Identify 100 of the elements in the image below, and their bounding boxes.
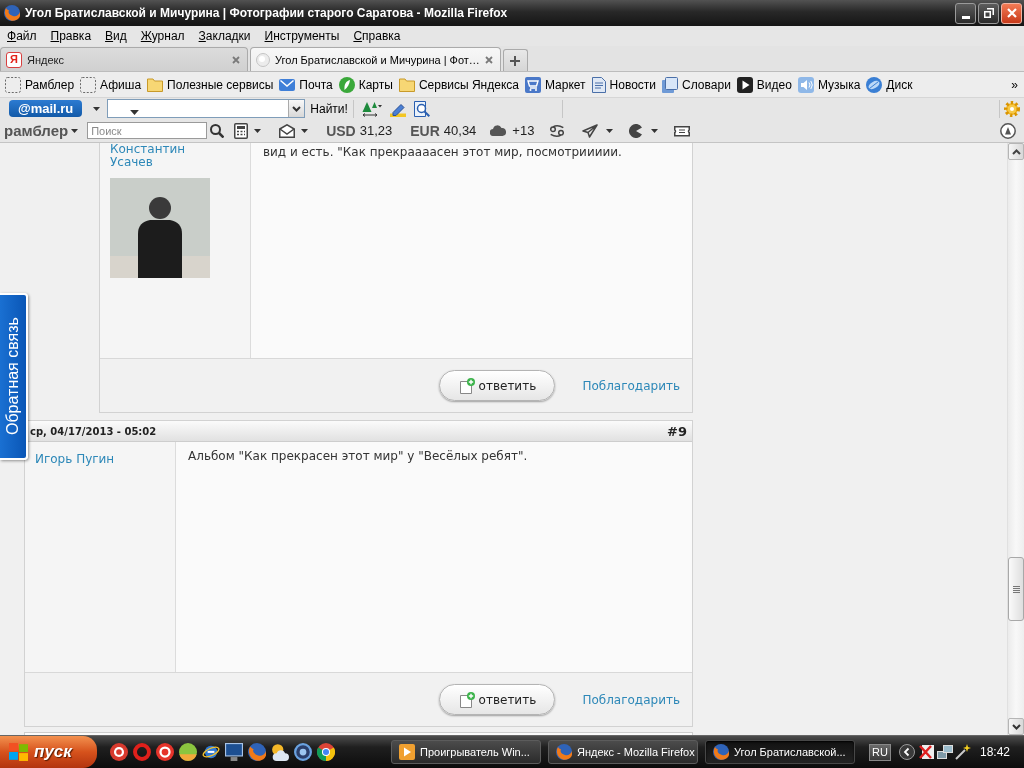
bookmark-item[interactable]: Новости	[591, 74, 657, 95]
minimize-icon	[961, 15, 970, 19]
caret-icon[interactable]	[254, 128, 262, 133]
grip-icon	[1012, 585, 1020, 593]
author-link[interactable]: Игорь Пугин	[35, 453, 115, 466]
taskbar-button[interactable]: Угол Братиславской...	[705, 740, 855, 764]
start-button[interactable]: пуск	[0, 736, 97, 768]
mail-logo[interactable]: @mail.ru	[9, 100, 83, 117]
bookmark-item[interactable]: Карты	[338, 74, 393, 95]
calculator-icon[interactable]	[234, 122, 249, 139]
bookmark-item[interactable]: Почта	[279, 74, 333, 95]
scroll-down-button[interactable]	[1008, 718, 1024, 735]
bookmark-item[interactable]: Музыка	[797, 74, 861, 95]
restore-icon	[983, 8, 994, 18]
zodiac-icon[interactable]	[550, 124, 565, 137]
target-icon[interactable]	[110, 743, 128, 761]
play-icon	[736, 76, 753, 93]
dropdown-button[interactable]	[288, 100, 305, 117]
restore-button[interactable]	[978, 2, 999, 24]
page-circle-icon	[256, 52, 270, 67]
envelope-icon[interactable]	[279, 123, 296, 138]
search-field[interactable]: Поиск	[87, 122, 208, 139]
window-title: Угол Братиславской и Мичурина | Фотографии старого Саратова - Mozilla Firefox	[25, 6, 509, 20]
folder-icon	[147, 77, 164, 92]
temperature: +13	[512, 123, 535, 138]
bookmark-item[interactable]: Диск	[866, 74, 913, 95]
bookmark-item[interactable]: Афиша	[80, 74, 142, 95]
caret-icon[interactable]	[651, 128, 659, 133]
cart-icon	[524, 76, 541, 93]
flag-icon	[9, 743, 28, 761]
fox-globe-icon	[556, 744, 572, 760]
bookmark-item[interactable]: Рамблер	[5, 74, 75, 95]
lens-icon[interactable]	[294, 743, 312, 761]
browser-tab[interactable]: Я Яндекс	[0, 47, 248, 71]
expand-tray-icon[interactable]	[898, 744, 915, 760]
paper-plane-icon[interactable]	[582, 123, 599, 138]
disc-icon	[866, 76, 883, 93]
caret-icon[interactable]	[606, 128, 614, 133]
globe-orbit-icon[interactable]	[202, 743, 220, 761]
cloud-icon[interactable]	[490, 125, 507, 136]
bookmark-item[interactable]: Словари	[662, 74, 731, 95]
ticket-icon[interactable]	[674, 123, 691, 138]
network-icon[interactable]	[936, 745, 953, 759]
bookmark-item[interactable]: Маркет	[524, 74, 586, 95]
leaf-circle-icon	[338, 76, 355, 93]
close-icon[interactable]	[232, 55, 240, 64]
circle-emblem-icon[interactable]	[1000, 122, 1016, 139]
bookmark-item[interactable]: Видео	[736, 74, 792, 95]
monitor-icon[interactable]	[225, 743, 243, 761]
menu-item[interactable]: Файл	[0, 28, 44, 44]
ball-icon[interactable]	[179, 743, 197, 761]
browser-tab[interactable]: Угол Братиславской и Мичурина | Фот…	[250, 47, 501, 71]
taskbar-button[interactable]: Проигрыватель Win...	[391, 740, 541, 764]
scroll-up-button[interactable]	[1008, 143, 1024, 160]
search-icon[interactable]	[210, 123, 225, 138]
cross-mark-icon[interactable]	[918, 744, 935, 760]
clock: 18:42	[979, 745, 1010, 759]
thank-link[interactable]: Поблагодарить	[582, 692, 680, 707]
menu-item[interactable]: Закладки	[191, 28, 258, 44]
menu-item[interactable]: Инструменты	[257, 28, 347, 44]
close-button[interactable]	[1001, 2, 1022, 24]
feedback-tab[interactable]: Обратная связь	[0, 293, 28, 460]
sun-cloud-icon[interactable]	[271, 743, 289, 761]
currency-code: USD	[326, 122, 356, 139]
new-tab-button[interactable]	[502, 49, 528, 71]
caret-icon[interactable]	[301, 128, 309, 133]
scroll-thumb[interactable]	[1008, 557, 1024, 621]
note-plus-icon	[458, 377, 475, 394]
minimize-button[interactable]	[955, 2, 976, 24]
magic-wand-icon[interactable]	[954, 744, 971, 760]
fox-globe-icon[interactable]	[248, 743, 266, 761]
note-plus-icon	[458, 691, 475, 708]
tri-color-wheel-icon[interactable]	[317, 743, 335, 761]
portal-menu-button[interactable]: рамблер	[4, 122, 79, 139]
author-link[interactable]: Константин Усачев	[110, 143, 210, 169]
menu-item[interactable]: Правка	[43, 28, 99, 44]
taskbar-button[interactable]: Яндекс - Mozilla Firefox	[548, 740, 698, 764]
ring-icon[interactable]	[133, 743, 151, 761]
close-icon[interactable]	[484, 55, 493, 64]
round-app-icon[interactable]	[156, 743, 174, 761]
bookmark-item[interactable]: Сервисы Яндекса	[398, 74, 519, 95]
currency-rate: 40,34	[443, 123, 477, 138]
text-size-icon[interactable]	[361, 100, 382, 117]
find-button[interactable]: Найти!	[310, 101, 348, 116]
more-bookmarks-button[interactable]: »	[1011, 77, 1018, 92]
menu-item[interactable]: Справка	[346, 28, 408, 44]
reply-button[interactable]: ответить	[439, 370, 556, 401]
scrollbar-track[interactable]	[1007, 143, 1024, 735]
comment-number-link[interactable]: #9	[667, 423, 687, 439]
page-magnifier-icon[interactable]	[413, 100, 430, 117]
menu-item[interactable]: Вид	[98, 28, 134, 44]
caret-icon[interactable]	[93, 106, 101, 111]
thank-link[interactable]: Поблагодарить	[582, 378, 680, 393]
reply-button[interactable]: ответить	[439, 684, 556, 715]
bookmark-item[interactable]: Полезные сервисы	[147, 74, 274, 95]
menu-item[interactable]: Журнал	[133, 28, 192, 44]
language-indicator[interactable]: RU	[869, 743, 891, 761]
favicon-badge: Я	[6, 51, 22, 68]
plus-icon	[510, 55, 521, 66]
caret-icon	[130, 110, 140, 115]
